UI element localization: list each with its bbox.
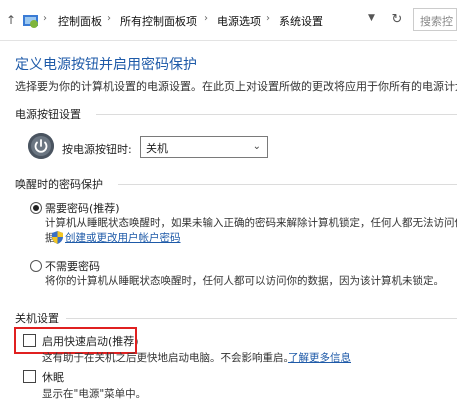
refresh-icon[interactable]: ↻ — [386, 9, 408, 31]
divider — [118, 184, 457, 185]
breadcrumb-power-options[interactable]: 电源选项 — [217, 13, 261, 29]
breadcrumb-separator-icon: › — [266, 13, 270, 24]
breadcrumb-all-items[interactable]: 所有控制面板项 — [120, 13, 197, 29]
wakeup-section-title: 唤醒时的密码保护 — [15, 178, 103, 191]
breadcrumb-separator-icon: › — [43, 13, 47, 24]
breadcrumb-separator-icon: › — [204, 13, 208, 24]
breadcrumb-control-panel[interactable]: 控制面板 — [58, 13, 102, 29]
control-panel-icon — [23, 15, 38, 28]
power-button-action-select[interactable]: 关机 ⌄ — [140, 136, 268, 158]
learn-more-link[interactable]: 了解更多信息 — [288, 350, 351, 365]
power-button-label: 按电源按钮时: — [62, 143, 132, 156]
require-password-radio[interactable] — [30, 202, 42, 214]
require-password-description: 计算机从睡眠状态唤醒时，如果未输入正确的密码来解除计算机锁定，任何人都无法访问你 — [45, 217, 457, 229]
search-input[interactable]: 搜索控 — [413, 8, 457, 31]
shutdown-section-title: 关机设置 — [15, 312, 59, 325]
divider — [66, 318, 457, 319]
page-description: 选择要为你的计算机设置的电源设置。在此页上对设置所做的更改将应用于你所有的电源计… — [15, 80, 457, 93]
require-password-label[interactable]: 需要密码(推荐) — [45, 200, 120, 216]
chevron-down-icon: ⌄ — [252, 141, 261, 152]
change-password-link[interactable]: 创建或更改用户帐户密码 — [65, 230, 181, 245]
power-icon — [28, 133, 54, 159]
hibernate-description: 显示在"电源"菜单中。 — [42, 388, 147, 400]
no-password-label[interactable]: 不需要密码 — [45, 258, 100, 274]
fast-startup-description: 这有助于在关机之后更快地启动电脑。不会影响重启。 — [42, 352, 294, 364]
hibernate-label[interactable]: 休眠 — [42, 369, 64, 385]
divider — [96, 114, 457, 115]
chevron-down-icon[interactable]: ▼ — [368, 13, 375, 23]
page-title: 定义电源按钮并启用密码保护 — [15, 57, 197, 73]
power-button-selected-value: 关机 — [146, 142, 168, 155]
hibernate-checkbox[interactable] — [23, 370, 36, 383]
address-bar: ↑ › 控制面板 › 所有控制面板项 › 电源选项 › 系统设置 ▼ ↻ 搜索控 — [0, 0, 457, 41]
up-arrow-icon[interactable]: ↑ — [6, 8, 16, 32]
no-password-radio[interactable] — [30, 260, 42, 272]
uac-shield-icon — [52, 231, 63, 244]
breadcrumb-separator-icon: › — [107, 13, 111, 24]
no-password-description: 将你的计算机从睡眠状态唤醒时，任何人都可以访问你的数据，因为该计算机未锁定。 — [45, 275, 444, 287]
power-button-section-title: 电源按钮设置 — [15, 108, 81, 121]
breadcrumb-system-settings[interactable]: 系统设置 — [279, 13, 323, 29]
